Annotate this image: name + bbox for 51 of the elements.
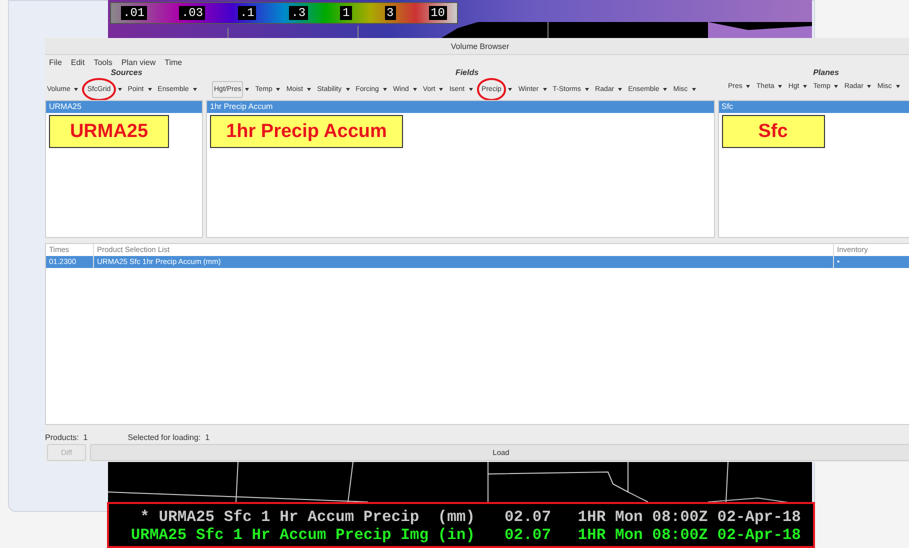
caret-icon[interactable]: [542, 88, 547, 91]
legend-value: 02.07: [503, 508, 551, 526]
scale-label: 3: [384, 6, 396, 20]
caret-icon[interactable]: [834, 85, 838, 88]
callout-label: URMA25: [49, 115, 169, 148]
caret-icon[interactable]: [663, 88, 668, 91]
scale-label: .03: [179, 6, 206, 20]
caret-icon[interactable]: [382, 88, 387, 91]
caret-icon[interactable]: [778, 85, 782, 88]
scale-label: 10: [428, 6, 447, 20]
caret-icon[interactable]: [468, 88, 473, 91]
group-heading: Planes: [813, 67, 839, 78]
group-heading: Sources: [110, 67, 142, 78]
legend-time: 1HR Mon 08:00Z 02-Apr-18: [576, 526, 801, 544]
menu-item[interactable]: File: [49, 57, 62, 67]
callout-label: 1hr Precip Accum: [210, 115, 403, 148]
scale-label: 1: [340, 6, 352, 20]
caret-icon[interactable]: [192, 88, 197, 91]
caret-icon[interactable]: [746, 85, 750, 88]
caret-icon[interactable]: [276, 88, 280, 91]
caret-icon[interactable]: [245, 88, 250, 91]
caret-icon[interactable]: [346, 88, 350, 91]
menu-item[interactable]: Edit: [70, 57, 85, 67]
caret-icon[interactable]: [412, 88, 417, 91]
caret-icon[interactable]: [148, 88, 152, 91]
caret-icon[interactable]: [74, 88, 78, 91]
group-heading: Fields: [455, 67, 479, 78]
menu-item[interactable]: Plan view: [121, 57, 156, 67]
caret-icon[interactable]: [867, 85, 872, 88]
menu-item[interactable]: Time: [164, 57, 182, 67]
legend-value: 02.07: [503, 526, 551, 544]
menu-item[interactable]: Tools: [94, 57, 112, 67]
scale-label: .1: [238, 6, 256, 20]
legend-time: 1HR Mon 08:00Z 02-Apr-18: [576, 508, 801, 526]
caret-icon[interactable]: [118, 88, 122, 91]
status-text: Products: 1: [45, 432, 88, 444]
scale-label: .01: [121, 6, 147, 20]
window-title: Volume Browser: [45, 38, 909, 55]
caret-icon[interactable]: [803, 85, 808, 88]
caret-icon[interactable]: [618, 88, 622, 91]
caret-icon[interactable]: [307, 88, 312, 91]
caret-icon[interactable]: [896, 85, 900, 88]
scale-label: .3: [289, 6, 308, 20]
caret-icon[interactable]: [508, 88, 512, 91]
caret-icon[interactable]: [439, 88, 444, 91]
caret-icon[interactable]: [585, 88, 590, 91]
legend-text: URMA25 Sfc 1 Hr Accum Precip Img (in): [130, 526, 475, 544]
status-text: Selected for loading: 1: [128, 432, 210, 444]
caret-icon[interactable]: [692, 88, 696, 91]
legend-text: * URMA25 Sfc 1 Hr Accum Precip (mm): [139, 508, 475, 526]
callout-label: Sfc: [722, 115, 824, 148]
